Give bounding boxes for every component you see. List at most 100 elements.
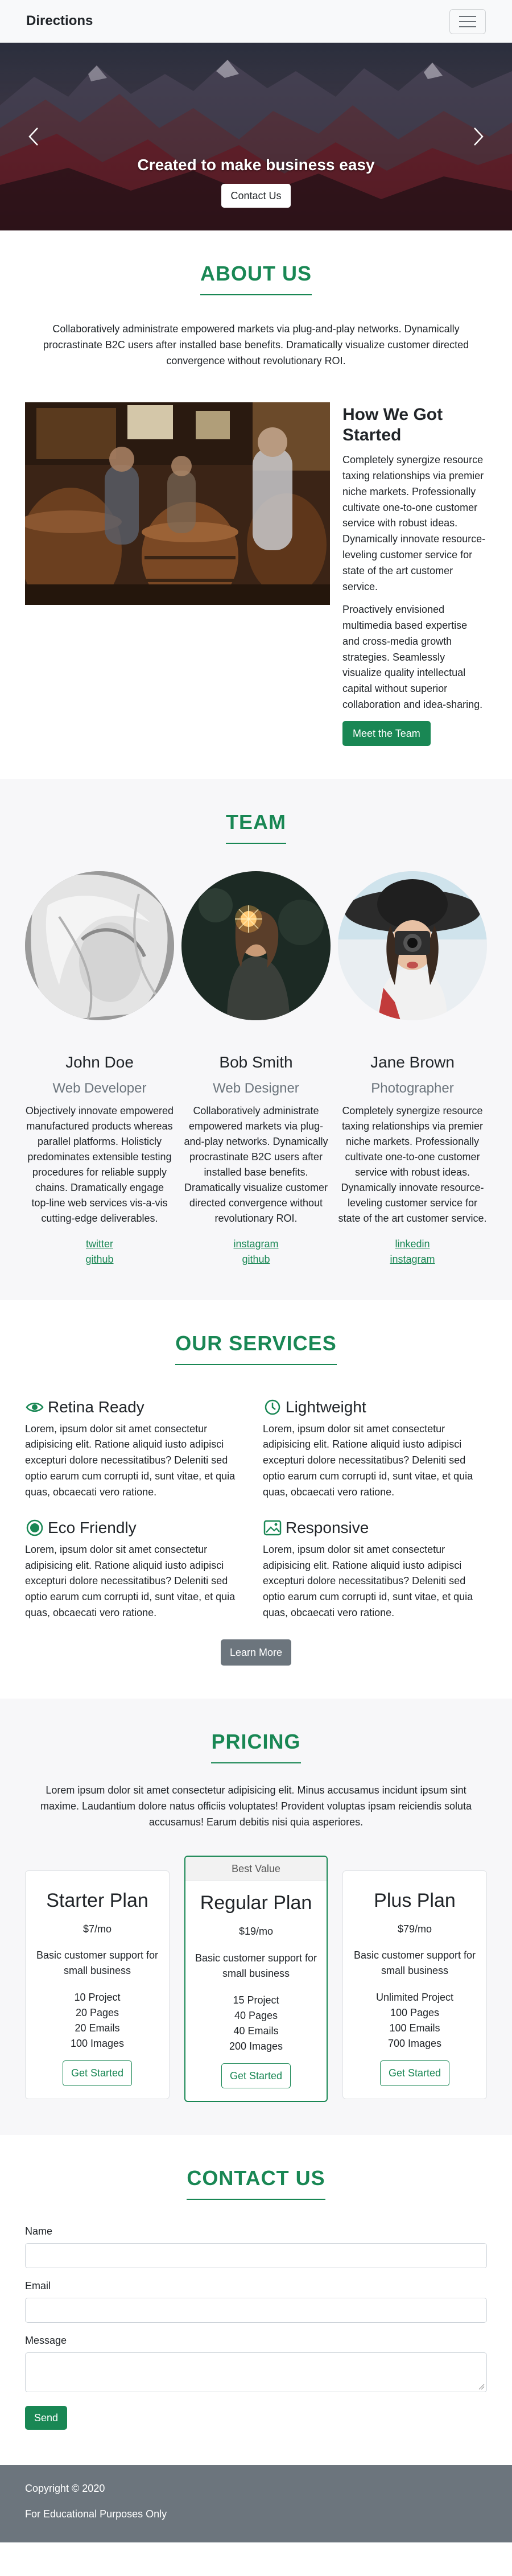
instagram-link[interactable]: instagram [181,1237,331,1252]
service-item: Retina Ready Lorem, ipsum dolor sit amet… [25,1396,249,1501]
message-textarea[interactable] [25,2352,487,2393]
plan-feature: 20 Pages [75,2007,119,2019]
pricing-section: PRICING Lorem ipsum dolor sit amet conse… [0,1699,512,2135]
message-label: Message [25,2334,67,2346]
eye-icon [25,1398,44,1417]
plan-feature: 10 Project [74,1992,121,2004]
chevron-right-icon [474,127,484,146]
instagram-link[interactable]: instagram [338,1252,487,1267]
services-section: OUR SERVICES Retina Ready Lorem, ipsum d… [0,1300,512,1699]
pricing-card-starter: Starter Plan $7/mo Basic customer suppor… [25,1870,170,2099]
team-member-name: Jane Brown [370,1053,455,1071]
github-link[interactable]: github [181,1252,331,1267]
team-member-name: Bob Smith [219,1053,293,1071]
plan-feature: Unlimited Project [375,1992,454,2004]
hero-caption: Created to make business easy Contact Us [0,154,512,208]
plan-description: Basic customer support for small busines… [195,1952,317,1979]
service-text: Lorem, ipsum dolor sit amet consectetur … [25,1423,236,1498]
services-heading: OUR SERVICES [175,1329,337,1366]
github-link[interactable]: github [25,1252,174,1267]
plan-name: Plus Plan [374,1890,456,1912]
resize-handle-icon[interactable] [478,2383,485,2390]
pricing-card-regular: Best Value Regular Plan $19/mo Basic cus… [184,1856,328,2102]
team-card: Jane Brown Photographer Completely syner… [338,871,487,1267]
name-label: Name [25,2225,53,2237]
plan-feature: 20 Emails [75,2022,120,2034]
contact-section: CONTACT US Name Email Message Send [0,2135,512,2466]
team-member-role: Photographer [371,1080,454,1096]
plan-description: Basic customer support for small busines… [353,1949,476,1977]
plan-feature: 100 Emails [389,2022,440,2034]
get-started-button[interactable]: Get Started [221,2063,291,2088]
team-card: John Doe Web Developer Objectively innov… [25,871,174,1267]
plan-name: Starter Plan [46,1890,148,1912]
service-title: Retina Ready [48,1398,144,1416]
name-input[interactable] [25,2243,487,2268]
meet-the-team-button[interactable]: Meet the Team [342,721,431,747]
navbar: Directions [0,0,512,43]
hero-title: Created to make business easy [137,156,375,174]
best-value-badge: Best Value [185,1857,327,1882]
carousel-next-button[interactable] [470,125,487,148]
get-started-button[interactable]: Get Started [62,2060,133,2086]
pricing-heading: PRICING [211,1727,301,1764]
service-text: Lorem, ipsum dolor sit amet consectetur … [25,1543,236,1619]
avatar [25,871,174,1021]
plan-feature: 40 Emails [233,2025,279,2037]
about-lead: Collaboratively administrate empowered m… [43,323,469,366]
team-member-role: Web Designer [213,1080,299,1096]
image-icon [263,1518,282,1538]
team-member-bio: Objectively innovate empowered manufactu… [25,1104,174,1224]
send-button[interactable]: Send [25,2406,68,2430]
linkedin-link[interactable]: linkedin [338,1237,487,1252]
service-item: Responsive Lorem, ipsum dolor sit amet c… [263,1516,487,1621]
twitter-link[interactable]: twitter [25,1237,174,1252]
footer-note: For Educational Purposes Only [25,2508,167,2520]
service-text: Lorem, ipsum dolor sit amet consectetur … [263,1423,473,1498]
team-member-name: John Doe [65,1053,134,1071]
plan-feature: 100 Images [70,2038,125,2050]
learn-more-button[interactable]: Learn More [220,1639,292,1666]
service-title: Eco Friendly [48,1519,137,1537]
plan-feature: 100 Pages [390,2007,440,2019]
email-input[interactable] [25,2297,487,2323]
chevron-left-icon [28,127,38,146]
plan-price: $79/mo [397,1923,432,1935]
avatar [181,871,331,1021]
team-section: TEAM John Doe Web Developer Objectively … [0,779,512,1300]
team-heading: TEAM [226,807,286,844]
email-label: Email [25,2280,51,2291]
about-section: ABOUT US Collaboratively administrate em… [0,230,512,779]
plan-feature: 200 Images [229,2040,283,2052]
hamburger-icon [459,15,476,27]
service-item: Eco Friendly Lorem, ipsum dolor sit amet… [25,1516,249,1621]
avatar [338,871,487,1021]
contact-heading: CONTACT US [187,2163,325,2200]
circle-check-icon [25,1518,44,1538]
about-heading: ABOUT US [200,259,312,296]
plan-feature: 40 Pages [234,2009,278,2021]
service-title: Lightweight [286,1398,366,1416]
navbar-brand[interactable]: Directions [26,11,93,31]
footer-copyright: Copyright © 2020 [25,2483,105,2495]
about-paragraph-1: Completely synergize resource taxing rel… [342,454,486,592]
pricing-card-plus: Plus Plan $79/mo Basic customer support … [342,1870,487,2099]
plan-price: $7/mo [82,1923,112,1935]
team-card: Bob Smith Web Designer Collaboratively a… [181,871,331,1267]
service-item: Lightweight Lorem, ipsum dolor sit amet … [263,1396,487,1501]
service-text: Lorem, ipsum dolor sit amet consectetur … [263,1543,473,1619]
hero-carousel: Created to make business easy Contact Us [0,43,512,230]
get-started-button[interactable]: Get Started [379,2060,450,2086]
service-title: Responsive [286,1519,369,1537]
about-paragraph-2: Proactively envisioned multimedia based … [342,603,483,711]
carousel-prev-button[interactable] [25,125,42,148]
contact-form: Name Email Message Send [25,2224,487,2430]
clock-icon [263,1398,282,1417]
navbar-toggler-button[interactable] [449,9,486,34]
about-bar-image [25,402,330,605]
plan-feature: 15 Project [233,1994,279,2006]
footer: Copyright © 2020 For Educational Purpose… [0,2465,512,2543]
plan-description: Basic customer support for small busines… [36,1949,159,1977]
plan-price: $19/mo [238,1926,274,1938]
contact-us-button[interactable]: Contact Us [221,183,291,208]
